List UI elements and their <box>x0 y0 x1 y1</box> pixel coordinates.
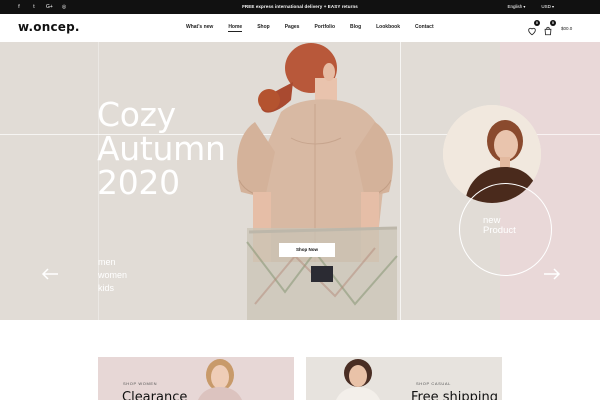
slider-prev-button[interactable] <box>41 267 59 280</box>
promo-kicker: SHOP CASUAL <box>416 381 451 386</box>
hero-category-links: men women kids <box>98 256 127 295</box>
shop-now-button[interactable]: Shop Now <box>279 243 335 257</box>
hero-title: Cozy Autumn 2020 <box>97 98 226 200</box>
wishlist-count-badge: 0 <box>534 20 540 26</box>
header-actions: 0 0 $00.0 <box>527 20 572 36</box>
arrow-left-icon <box>41 268 58 280</box>
hero-title-line: Cozy <box>97 95 176 134</box>
currency-select[interactable]: USD <box>541 4 554 9</box>
promo-kicker: SHOP WOMEN <box>123 381 158 386</box>
promo-card-free-shipping[interactable]: SHOP CASUAL Free shipping <box>306 357 502 400</box>
category-link-men[interactable]: men <box>98 256 127 269</box>
arrow-right-icon <box>544 268 561 280</box>
wishlist-button[interactable]: 0 <box>527 20 540 36</box>
nav-item-lookbook[interactable]: Lookbook <box>376 24 400 30</box>
heart-icon <box>528 27 536 36</box>
site-header: w.oncep. What's new Home Shop Pages Port… <box>0 14 600 42</box>
slider-next-button[interactable] <box>543 267 561 280</box>
nav-item-home[interactable]: Home <box>228 24 242 32</box>
language-select[interactable]: English <box>507 4 525 9</box>
locale-selectors: English USD <box>507 4 554 9</box>
hero-banner: Cozy Autumn 2020 men women kids new Prod… <box>0 42 600 320</box>
hero-title-line: Autumn <box>97 129 226 168</box>
top-announcement-bar: f t G+ ◎ FREE express international deli… <box>0 0 600 14</box>
cart-count-badge: 0 <box>550 20 556 26</box>
cart-button[interactable]: 0 <box>543 20 556 36</box>
category-link-women[interactable]: women <box>98 269 127 282</box>
nav-item-blog[interactable]: Blog <box>350 24 361 30</box>
new-product-label-line: Product <box>483 225 516 236</box>
nav-item-contact[interactable]: Contact <box>415 24 434 30</box>
category-link-kids[interactable]: kids <box>98 282 127 295</box>
nav-item-whats-new[interactable]: What's new <box>186 24 213 30</box>
nav-item-shop[interactable]: Shop <box>257 24 270 30</box>
cart-total[interactable]: $00.0 <box>561 26 572 31</box>
nav-item-pages[interactable]: Pages <box>285 24 300 30</box>
nav-item-portfolio[interactable]: Portfolio <box>314 24 335 30</box>
promo-headline: Clearance <box>122 390 188 400</box>
promo-card-clearance[interactable]: SHOP WOMEN Clearance <box>98 357 294 400</box>
shopping-bag-icon <box>544 26 552 36</box>
main-nav: What's new Home Shop Pages Portfolio Blo… <box>186 24 434 32</box>
new-product-label[interactable]: new Product <box>483 216 516 236</box>
promo-headline: Free shipping <box>411 390 498 400</box>
hero-model-image <box>237 43 398 320</box>
hero-title-line: 2020 <box>97 163 180 202</box>
logo[interactable]: w.oncep. <box>18 20 80 34</box>
